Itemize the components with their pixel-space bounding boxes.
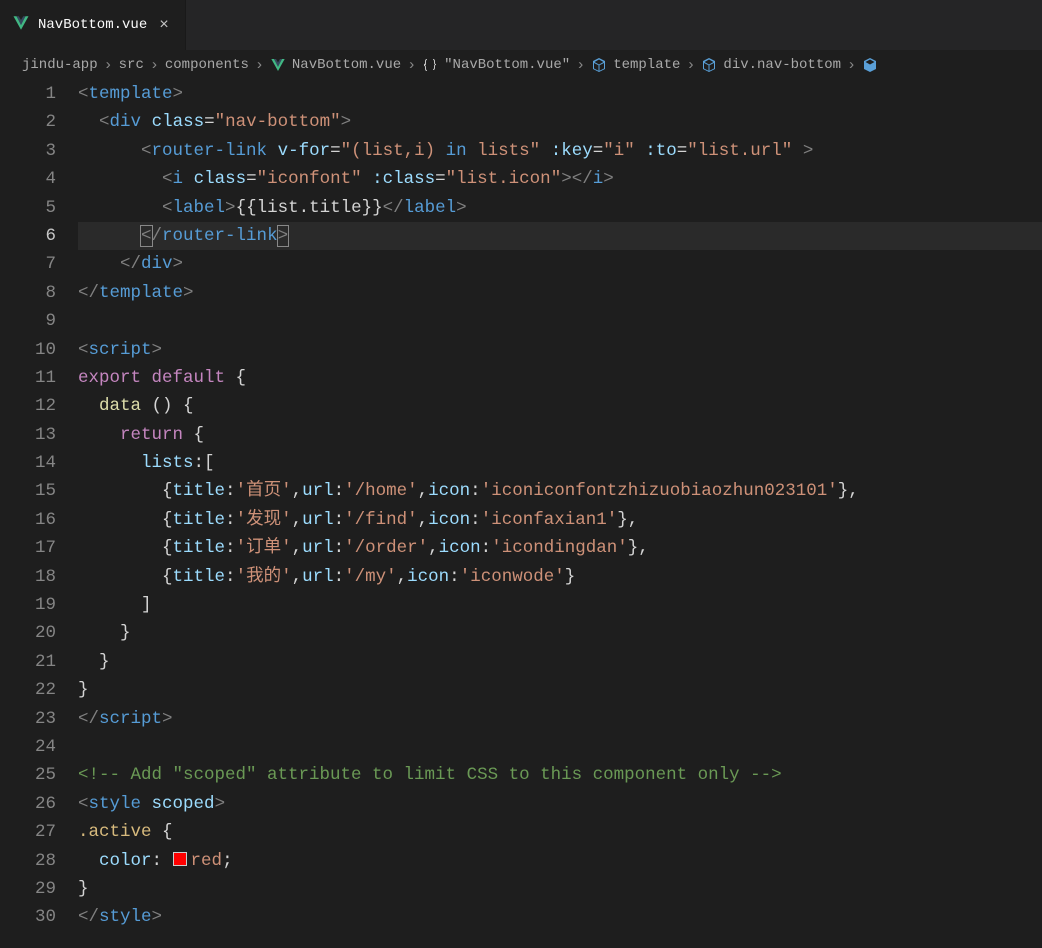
chevron-right-icon: › [255, 57, 264, 74]
tab-label: NavBottom.vue [38, 17, 147, 33]
breadcrumb-item[interactable]: jindu-app [22, 57, 98, 73]
line-number: 29 [0, 875, 56, 903]
chevron-right-icon: › [847, 57, 856, 74]
code-line[interactable]: </div> [78, 250, 1042, 278]
breadcrumb-item[interactable]: div.nav-bottom [723, 57, 841, 73]
line-number: 22 [0, 676, 56, 704]
breadcrumb-item[interactable]: template [613, 57, 680, 73]
chevron-right-icon: › [104, 57, 113, 74]
cube-icon [591, 57, 607, 73]
tab-bar: NavBottom.vue × [0, 0, 1042, 50]
code-line[interactable]: } [78, 875, 1042, 903]
line-number: 26 [0, 790, 56, 818]
code-line[interactable]: <!-- Add "scoped" attribute to limit CSS… [78, 761, 1042, 789]
line-number: 23 [0, 705, 56, 733]
code-editor[interactable]: 1234567891011121314151617181920212223242… [0, 80, 1042, 932]
tab-navbottom[interactable]: NavBottom.vue × [0, 0, 186, 50]
line-number: 2 [0, 108, 56, 136]
code-line[interactable]: data () { [78, 392, 1042, 420]
line-number: 1 [0, 80, 56, 108]
line-number: 20 [0, 619, 56, 647]
code-line[interactable]: } [78, 619, 1042, 647]
line-number: 6 [0, 222, 56, 250]
line-number: 12 [0, 392, 56, 420]
code-line[interactable]: <label>{{list.title}}</label> [78, 194, 1042, 222]
line-number: 24 [0, 733, 56, 761]
code-line[interactable]: <script> [78, 336, 1042, 364]
line-number: 17 [0, 534, 56, 562]
cube-icon [862, 57, 878, 73]
code-line[interactable]: <style scoped> [78, 790, 1042, 818]
vue-file-icon [12, 14, 30, 37]
code-line[interactable]: .active { [78, 818, 1042, 846]
line-number: 30 [0, 903, 56, 931]
code-line[interactable]: {title:'发现',url:'/find',icon:'iconfaxian… [78, 506, 1042, 534]
line-number: 13 [0, 421, 56, 449]
chevron-right-icon: › [686, 57, 695, 74]
line-number: 25 [0, 761, 56, 789]
color-swatch-icon[interactable] [173, 852, 187, 866]
code-area[interactable]: <template> <div class="nav-bottom"> <rou… [78, 80, 1042, 932]
line-number: 5 [0, 194, 56, 222]
line-number: 28 [0, 847, 56, 875]
code-line[interactable]: </style> [78, 903, 1042, 931]
line-number: 16 [0, 506, 56, 534]
code-line[interactable]: {title:'订单',url:'/order',icon:'icondingd… [78, 534, 1042, 562]
code-line[interactable]: export default { [78, 364, 1042, 392]
line-number: 15 [0, 477, 56, 505]
code-line[interactable]: </router-link> [78, 222, 1042, 250]
code-line[interactable]: <router-link v-for="(list,i) in lists" :… [78, 137, 1042, 165]
breadcrumb-item[interactable]: components [165, 57, 249, 73]
line-number: 8 [0, 279, 56, 307]
cube-icon [701, 57, 717, 73]
line-number: 27 [0, 818, 56, 846]
code-line[interactable]: <div class="nav-bottom"> [78, 108, 1042, 136]
code-line[interactable] [78, 307, 1042, 335]
breadcrumb: jindu-app › src › components › NavBottom… [0, 50, 1042, 80]
line-number: 11 [0, 364, 56, 392]
line-number: 19 [0, 591, 56, 619]
chevron-right-icon: › [407, 57, 416, 74]
code-line[interactable]: ] [78, 591, 1042, 619]
line-number: 9 [0, 307, 56, 335]
braces-icon [422, 57, 438, 73]
code-line[interactable]: lists:[ [78, 449, 1042, 477]
breadcrumb-item[interactable]: "NavBottom.vue" [444, 57, 570, 73]
line-number: 14 [0, 449, 56, 477]
code-line[interactable]: } [78, 648, 1042, 676]
line-number: 3 [0, 137, 56, 165]
code-line[interactable]: color: red; [78, 847, 1042, 875]
code-line[interactable] [78, 733, 1042, 761]
breadcrumb-item[interactable]: src [119, 57, 144, 73]
code-line[interactable]: <i class="iconfont" :class="list.icon"><… [78, 165, 1042, 193]
line-number: 4 [0, 165, 56, 193]
vue-file-icon [270, 57, 286, 73]
chevron-right-icon: › [576, 57, 585, 74]
code-line[interactable]: {title:'我的',url:'/my',icon:'iconwode'} [78, 563, 1042, 591]
line-number: 10 [0, 336, 56, 364]
code-line[interactable]: } [78, 676, 1042, 704]
line-number: 21 [0, 648, 56, 676]
code-line[interactable]: return { [78, 421, 1042, 449]
line-number: 18 [0, 563, 56, 591]
chevron-right-icon: › [150, 57, 159, 74]
code-line[interactable]: </template> [78, 279, 1042, 307]
code-line[interactable]: <template> [78, 80, 1042, 108]
code-line[interactable]: {title:'首页',url:'/home',icon:'iconiconfo… [78, 477, 1042, 505]
line-number-gutter: 1234567891011121314151617181920212223242… [0, 80, 78, 932]
line-number: 7 [0, 250, 56, 278]
close-icon[interactable]: × [155, 14, 173, 36]
breadcrumb-item[interactable]: NavBottom.vue [292, 57, 401, 73]
code-line[interactable]: </script> [78, 705, 1042, 733]
